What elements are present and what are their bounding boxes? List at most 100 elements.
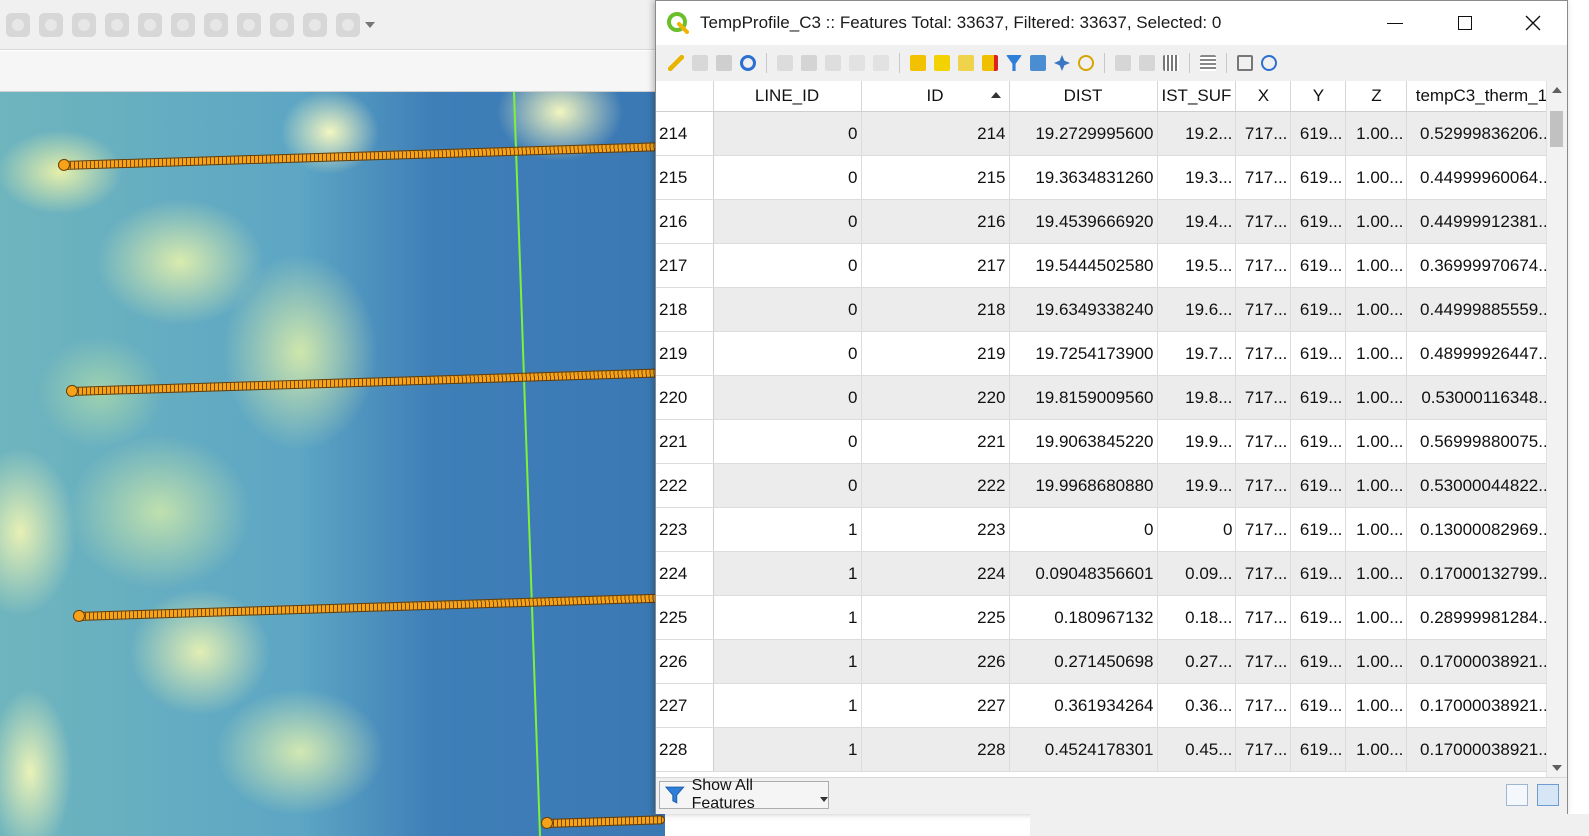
table-row[interactable]: 225 1 225 0.180967132 0.18... 717... 619... 1.0…	[656, 595, 1557, 640]
multi-edit-icon[interactable]	[692, 55, 708, 71]
id-cell[interactable]: 225	[861, 595, 1010, 640]
x-cell[interactable]: 717...	[1235, 683, 1292, 728]
x-cell[interactable]: 717...	[1235, 595, 1292, 640]
z-cell[interactable]: 1.00...	[1345, 243, 1408, 288]
line-id-cell[interactable]: 0	[713, 331, 862, 376]
scroll-up-icon[interactable]	[1552, 87, 1562, 93]
maximize-button[interactable]	[1430, 1, 1500, 45]
temp-cell[interactable]: 0.53000044822...	[1406, 463, 1557, 508]
dist-surface-cell[interactable]: 19.5...	[1157, 243, 1237, 288]
toggle-editing-icon[interactable]	[668, 55, 684, 71]
invert-selection-icon[interactable]	[958, 55, 974, 71]
fill-ring-icon[interactable]	[138, 12, 162, 37]
id-cell[interactable]: 220	[861, 375, 1010, 420]
dist-cell[interactable]: 19.2729995600	[1009, 111, 1158, 156]
temp-cell[interactable]: 0.52999836206...	[1406, 111, 1557, 156]
paste-icon[interactable]	[873, 55, 889, 71]
row-number[interactable]: 214	[656, 111, 714, 156]
z-cell[interactable]: 1.00...	[1345, 639, 1408, 684]
table-row[interactable]: 228 1 228 0.4524178301 0.45... 717... 619... 1.…	[656, 727, 1557, 772]
z-cell[interactable]: 1.00...	[1345, 155, 1408, 200]
dist-surface-cell[interactable]: 0.45...	[1157, 727, 1237, 772]
line-id-cell[interactable]: 1	[713, 551, 862, 596]
add-feature-icon[interactable]	[777, 55, 793, 71]
z-cell[interactable]: 1.00...	[1345, 507, 1408, 552]
delete-field-icon[interactable]	[1139, 55, 1155, 71]
z-cell[interactable]: 1.00...	[1345, 551, 1408, 596]
table-row[interactable]: 220 0 220 19.8159009560 19.8... 717... 619... 1…	[656, 375, 1557, 420]
y-cell[interactable]: 619...	[1290, 375, 1347, 420]
dist-cell[interactable]: 0.271450698	[1009, 639, 1158, 684]
rotate-icon[interactable]	[336, 12, 360, 37]
temp-cell[interactable]: 0.56999880075...	[1406, 419, 1557, 464]
y-cell[interactable]: 619...	[1290, 595, 1347, 640]
column-header-dist-surface[interactable]: IST_SUF	[1157, 81, 1237, 112]
dist-cell[interactable]: 0.361934264	[1009, 683, 1158, 728]
dist-cell[interactable]: 19.7254173900	[1009, 331, 1158, 376]
move-selection-top-icon[interactable]	[1030, 55, 1046, 71]
z-cell[interactable]: 1.00...	[1345, 199, 1408, 244]
row-number[interactable]: 224	[656, 551, 714, 596]
form-view-button[interactable]	[1506, 784, 1528, 806]
dist-cell[interactable]: 0.180967132	[1009, 595, 1158, 640]
split-features-icon[interactable]	[303, 12, 327, 37]
row-number[interactable]: 228	[656, 727, 714, 772]
dist-cell[interactable]: 19.6349338240	[1009, 287, 1158, 332]
table-row[interactable]: 222 0 222 19.9968680880 19.9... 717... 619... 1…	[656, 463, 1557, 508]
line-id-cell[interactable]: 0	[713, 419, 862, 464]
temp-cell[interactable]: 0.28999981284...	[1406, 595, 1557, 640]
x-cell[interactable]: 717...	[1235, 551, 1292, 596]
table-row[interactable]: 217 0 217 19.5444502580 19.5... 717... 619... 1…	[656, 243, 1557, 288]
y-cell[interactable]: 619...	[1290, 551, 1347, 596]
new-field-icon[interactable]	[1115, 55, 1131, 71]
y-cell[interactable]: 619...	[1290, 419, 1347, 464]
dock-table-icon[interactable]	[1237, 55, 1253, 71]
dist-surface-cell[interactable]: 19.2...	[1157, 111, 1237, 156]
id-cell[interactable]: 217	[861, 243, 1010, 288]
dist-cell[interactable]: 19.9968680880	[1009, 463, 1158, 508]
temp-cell[interactable]: 0.44999885559...	[1406, 287, 1557, 332]
scroll-down-icon[interactable]	[1552, 765, 1562, 771]
row-number[interactable]: 225	[656, 595, 714, 640]
dist-surface-cell[interactable]: 19.8...	[1157, 375, 1237, 420]
dist-surface-cell[interactable]: 0.27...	[1157, 639, 1237, 684]
z-cell[interactable]: 1.00...	[1345, 595, 1408, 640]
dist-cell[interactable]: 0.09048356601	[1009, 551, 1158, 596]
table-row[interactable]: 219 0 219 19.7254173900 19.7... 717... 619... 1…	[656, 331, 1557, 376]
reload-icon[interactable]	[740, 55, 756, 71]
x-cell[interactable]: 717...	[1235, 727, 1292, 772]
dist-cell[interactable]: 19.4539666920	[1009, 199, 1158, 244]
line-id-cell[interactable]: 0	[713, 287, 862, 332]
actions-icon[interactable]	[1261, 55, 1277, 71]
x-cell[interactable]: 717...	[1235, 199, 1292, 244]
dist-surface-cell[interactable]: 0.18...	[1157, 595, 1237, 640]
y-cell[interactable]: 619...	[1290, 331, 1347, 376]
column-header-z[interactable]: Z	[1345, 81, 1408, 112]
line-id-cell[interactable]: 0	[713, 463, 862, 508]
id-cell[interactable]: 222	[861, 463, 1010, 508]
temp-cell[interactable]: 0.17000038921...	[1406, 727, 1557, 772]
z-cell[interactable]: 1.00...	[1345, 683, 1408, 728]
dist-surface-cell[interactable]: 19.9...	[1157, 419, 1237, 464]
select-by-expression-icon[interactable]	[910, 55, 926, 71]
id-cell[interactable]: 227	[861, 683, 1010, 728]
id-cell[interactable]: 224	[861, 551, 1010, 596]
y-cell[interactable]: 619...	[1290, 155, 1347, 200]
dist-surface-cell[interactable]: 0	[1157, 507, 1237, 552]
column-header-temp[interactable]: tempC3_therm_1	[1406, 81, 1557, 112]
y-cell[interactable]: 619...	[1290, 727, 1347, 772]
line-id-cell[interactable]: 0	[713, 155, 862, 200]
dist-surface-cell[interactable]: 0.36...	[1157, 683, 1237, 728]
id-cell[interactable]: 216	[861, 199, 1010, 244]
table-row[interactable]: 227 1 227 0.361934264 0.36... 717... 619... 1.0…	[656, 683, 1557, 728]
scrollbar-thumb[interactable]	[1550, 111, 1563, 147]
table-view-button[interactable]	[1537, 784, 1559, 806]
x-cell[interactable]: 717...	[1235, 375, 1292, 420]
y-cell[interactable]: 619...	[1290, 507, 1347, 552]
id-cell[interactable]: 215	[861, 155, 1010, 200]
dist-cell[interactable]: 19.3634831260	[1009, 155, 1158, 200]
table-row[interactable]: 215 0 215 19.3634831260 19.3... 717... 619... 1…	[656, 155, 1557, 200]
dist-cell[interactable]: 19.5444502580	[1009, 243, 1158, 288]
dist-surface-cell[interactable]: 0.09...	[1157, 551, 1237, 596]
temp-cell[interactable]: 0.36999970674...	[1406, 243, 1557, 288]
